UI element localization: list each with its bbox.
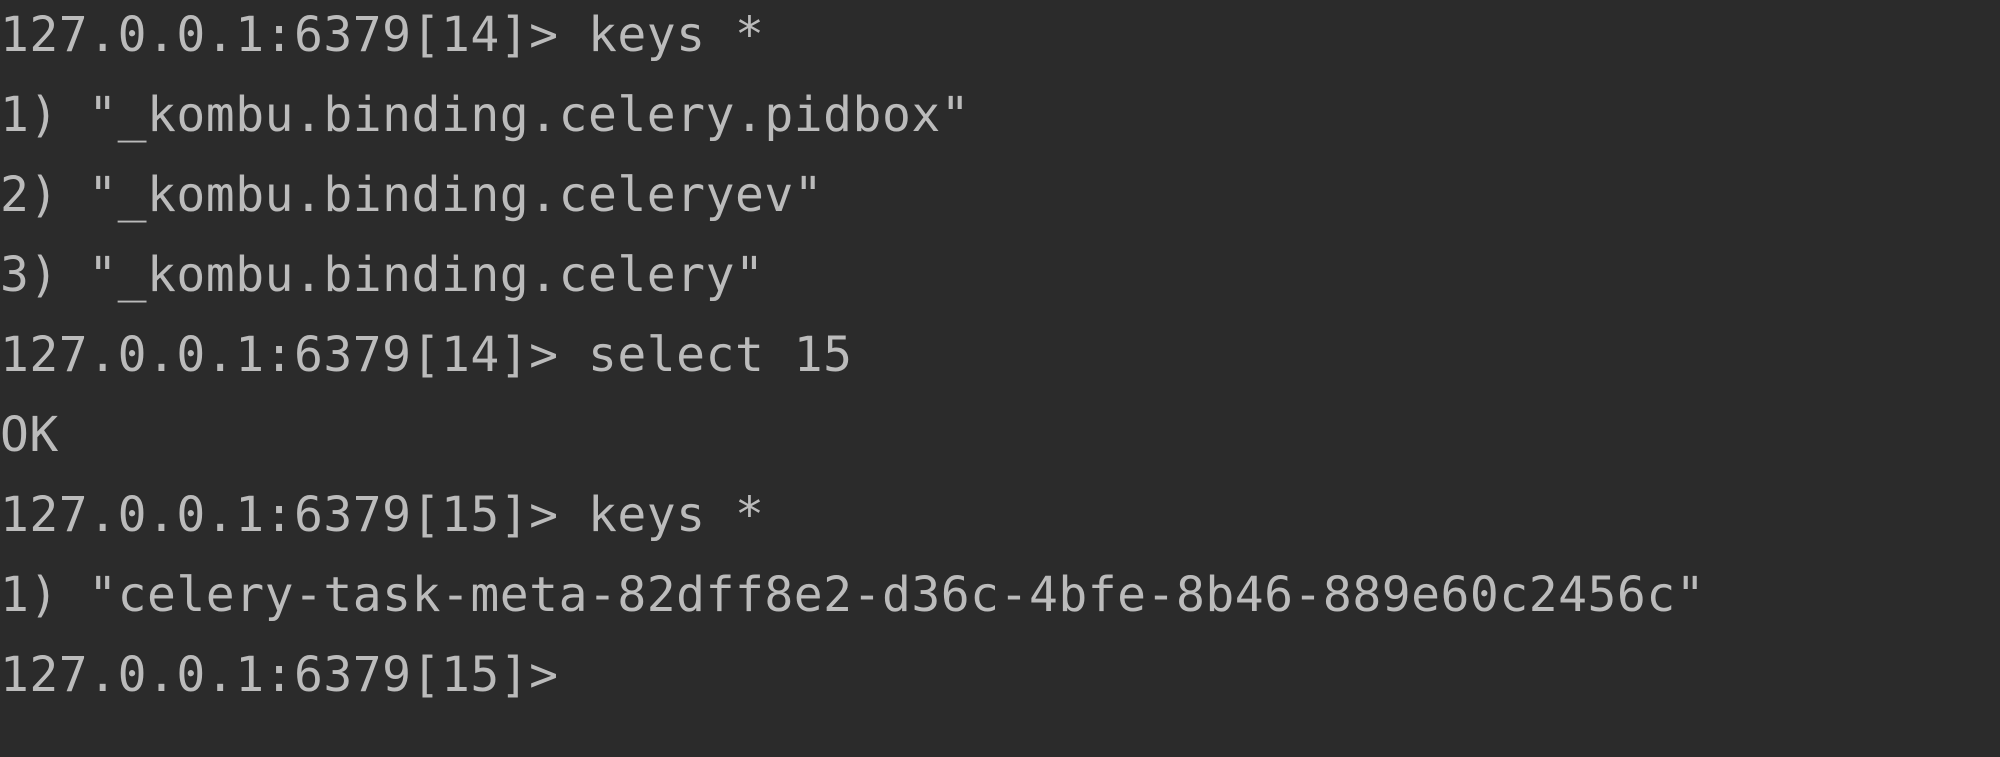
terminal-line-output: OK — [0, 407, 59, 463]
command-text: keys * — [587, 7, 765, 63]
prompt: 127.0.0.1:6379[14]> — [0, 327, 588, 383]
redis-cli-terminal[interactable]: 127.0.0.1:6379[14]> keys * 1) "_kombu.bi… — [0, 0, 2000, 757]
terminal-line-command: 127.0.0.1:6379[15]> keys * — [0, 475, 764, 555]
terminal-line-output: 2) "_kombu.binding.celeryev" — [0, 167, 824, 223]
terminal-line-output: 1) "_kombu.binding.celery.pidbox" — [0, 87, 971, 143]
terminal-line-output: 1) "celery-task-meta-82dff8e2-d36c-4bfe-… — [0, 567, 1706, 623]
terminal-input-line[interactable]: 127.0.0.1:6379[15]> — [0, 635, 588, 715]
command-text: select 15 — [587, 327, 853, 383]
terminal-line-output: 3) "_kombu.binding.celery" — [0, 247, 765, 303]
prompt: 127.0.0.1:6379[14]> — [0, 7, 588, 63]
prompt: 127.0.0.1:6379[15]> — [0, 487, 588, 543]
terminal-line-command: 127.0.0.1:6379[14]> keys * — [0, 0, 764, 75]
terminal-line-command: 127.0.0.1:6379[14]> select 15 — [0, 315, 853, 395]
prompt: 127.0.0.1:6379[15]> — [0, 647, 588, 703]
command-text: keys * — [587, 487, 765, 543]
